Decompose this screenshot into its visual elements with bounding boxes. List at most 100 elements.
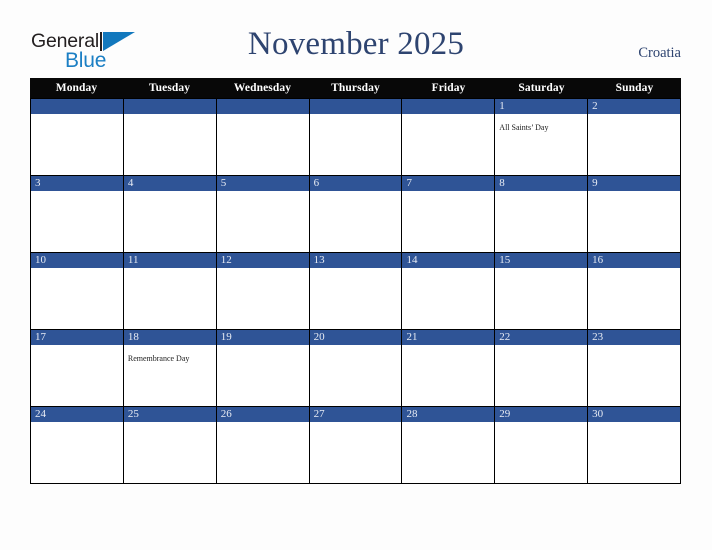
day-number-bar: 20 (309, 330, 402, 345)
day-cell[interactable]: 17 (31, 330, 124, 406)
day-body (402, 191, 494, 252)
day-cell[interactable]: 20 (309, 330, 403, 406)
day-number-bar: 10 (31, 253, 123, 268)
day-cell[interactable]: 26 (216, 407, 310, 483)
day-body (310, 422, 402, 483)
day-body (495, 268, 587, 329)
day-number-bar: 13 (309, 253, 402, 268)
day-cell[interactable]: 3 (31, 176, 124, 252)
day-cell[interactable]: 9 (588, 176, 682, 252)
day-number: 13 (313, 254, 325, 266)
day-cell[interactable]: 16 (588, 253, 682, 329)
day-number-bar: 27 (309, 407, 402, 422)
day-number: 15 (499, 254, 511, 266)
day-number: 18 (127, 331, 139, 343)
day-body (588, 422, 680, 483)
day-number: 4 (127, 177, 134, 189)
day-number-bar (123, 99, 216, 114)
day-cell[interactable]: 15 (495, 253, 589, 329)
day-number: 14 (406, 254, 418, 266)
day-body (402, 422, 494, 483)
day-cell[interactable]: 29 (495, 407, 589, 483)
weekday-header-thursday: Thursday (331, 82, 380, 94)
day-cell[interactable]: 22 (495, 330, 589, 406)
day-number-bar (402, 99, 495, 114)
day-cell[interactable]: 8 (495, 176, 589, 252)
day-number-bar (309, 99, 402, 114)
day-number-bar: 11 (123, 253, 216, 268)
day-cell[interactable]: 4 (123, 176, 217, 252)
day-number-bar: 16 (588, 253, 681, 268)
day-cell[interactable]: 18 Remembrance Day (123, 330, 217, 406)
day-number-bar: 9 (588, 176, 681, 191)
day-body (217, 422, 309, 483)
day-cell[interactable] (309, 99, 403, 175)
day-number: 19 (220, 331, 232, 343)
day-body (217, 114, 309, 175)
day-body (310, 114, 402, 175)
day-cell[interactable]: 12 (216, 253, 310, 329)
day-number-bar: 21 (402, 330, 495, 345)
day-cell[interactable]: 21 (402, 330, 496, 406)
day-number-bar: 6 (309, 176, 402, 191)
day-cell[interactable]: 19 (216, 330, 310, 406)
day-body (31, 191, 123, 252)
day-cell[interactable]: 1 All Saints’ Day (495, 99, 589, 175)
week-row: 24 25 26 27 28 29 30 (30, 407, 682, 484)
day-event: Remembrance Day (127, 354, 190, 363)
day-body (310, 345, 402, 406)
day-cell[interactable]: 7 (402, 176, 496, 252)
week-row: 1 All Saints’ Day 2 (30, 98, 682, 176)
weekday-header-wednesday: Wednesday (233, 82, 292, 94)
day-cell[interactable] (402, 99, 496, 175)
day-cell[interactable]: 30 (588, 407, 682, 483)
weekday-header-saturday: Saturday (518, 82, 565, 94)
page-title: November 2025 (247, 26, 465, 62)
day-cell[interactable] (31, 99, 124, 175)
day-number: 16 (592, 254, 604, 266)
day-number: 2 (592, 100, 598, 112)
day-cell[interactable]: 10 (31, 253, 124, 329)
day-number: 20 (313, 331, 325, 343)
day-cell[interactable]: 23 (588, 330, 682, 406)
day-number-bar: 22 (495, 330, 588, 345)
day-cell[interactable]: 24 (31, 407, 124, 483)
day-body (217, 191, 309, 252)
day-number-bar (31, 99, 123, 114)
day-number-bar: 24 (31, 407, 123, 422)
day-body (588, 345, 680, 406)
day-cell[interactable]: 27 (309, 407, 403, 483)
day-number: 23 (592, 331, 604, 343)
day-cell[interactable]: 11 (123, 253, 217, 329)
day-event: All Saints’ Day (499, 123, 549, 132)
page-header: General Blue November 2025 Croatia (0, 0, 712, 78)
day-number-bar: 15 (495, 253, 588, 268)
day-cell[interactable]: 14 (402, 253, 496, 329)
weekday-header-tuesday: Tuesday (148, 82, 191, 94)
day-cell[interactable] (216, 99, 310, 175)
weekday-header-row: Monday Tuesday Wednesday Thursday Friday… (30, 78, 681, 98)
day-cell[interactable]: 5 (216, 176, 310, 252)
day-number: 22 (499, 331, 511, 343)
day-number: 7 (406, 177, 412, 189)
day-number-bar: 5 (216, 176, 309, 191)
day-cell[interactable]: 2 (588, 99, 682, 175)
day-number-bar: 30 (588, 407, 681, 422)
day-cell[interactable]: 25 (123, 407, 217, 483)
day-body (402, 345, 494, 406)
day-cell[interactable]: 6 (309, 176, 403, 252)
day-cell[interactable]: 13 (309, 253, 403, 329)
day-number: 21 (406, 331, 418, 343)
day-cell[interactable]: 28 (402, 407, 496, 483)
day-number-bar: 1 (495, 99, 588, 114)
day-number-bar: 2 (588, 99, 681, 114)
day-number-bar: 14 (402, 253, 495, 268)
day-number: 5 (220, 177, 227, 189)
day-body (31, 268, 123, 329)
day-cell[interactable] (123, 99, 217, 175)
day-number: 25 (127, 408, 139, 420)
weekday-header-sunday: Sunday (615, 82, 654, 94)
day-body: All Saints’ Day (495, 114, 587, 175)
day-body (310, 268, 402, 329)
day-number-bar: 12 (216, 253, 309, 268)
